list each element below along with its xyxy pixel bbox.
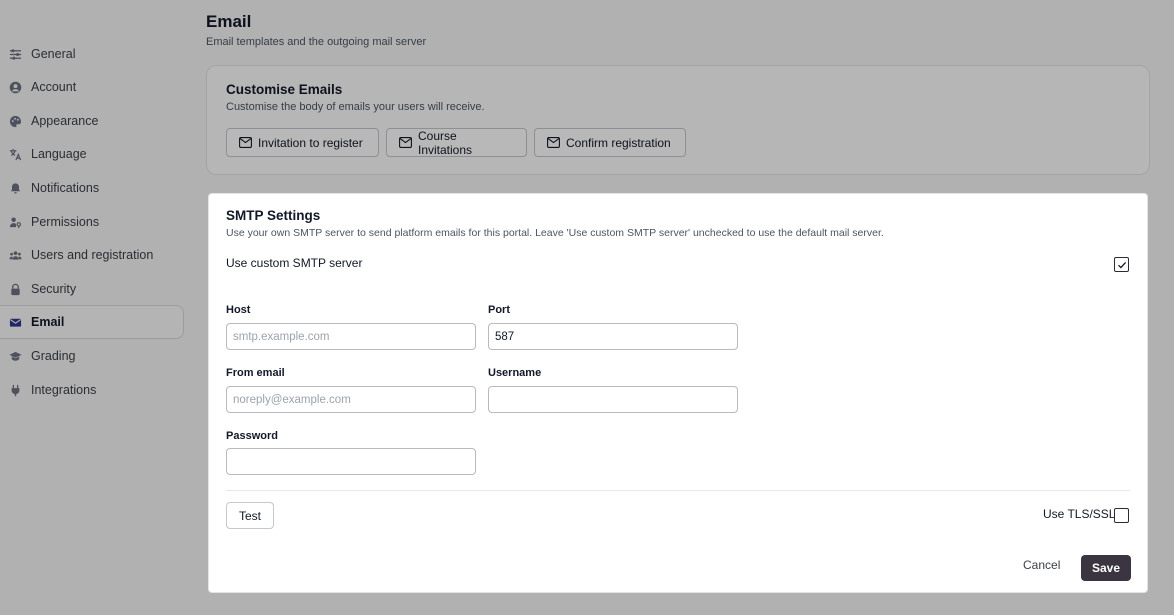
page-subtitle: Email templates and the outgoing mail se… [206, 36, 427, 48]
smtp-settings-description: Use your own SMTP server to send platfor… [226, 227, 884, 239]
password-input[interactable] [226, 448, 476, 475]
sidebar-item-label: Account [31, 80, 77, 94]
customise-emails-title: Customise Emails [226, 82, 343, 97]
sidebar-item-label: Security [31, 282, 77, 296]
username-input[interactable] [488, 386, 738, 413]
sidebar-item-appearance[interactable]: Appearance [0, 104, 184, 138]
confirm-registration-label: Confirm registration [566, 135, 671, 150]
users-icon [8, 248, 22, 262]
smtp-settings-title: SMTP Settings [226, 208, 321, 223]
lock-icon [8, 282, 22, 296]
username-label: Username [488, 367, 542, 379]
use-custom-smtp-checkbox[interactable] [1114, 257, 1129, 272]
sidebar-item-label: General [31, 47, 76, 61]
checkmark-icon [1117, 261, 1126, 269]
cancel-button[interactable]: Cancel [1023, 558, 1060, 572]
port-label: Port [488, 304, 510, 316]
settings-app: General Account Appearance Language Noti… [0, 0, 1174, 615]
sidebar-item-label: Notifications [31, 181, 100, 195]
sidebar-item-label: Email [31, 315, 65, 329]
sidebar-item-general[interactable]: General [0, 37, 184, 71]
host-input[interactable] [226, 323, 476, 350]
envelope-icon [239, 137, 252, 148]
from-email-label: From email [226, 367, 285, 379]
settings-sidebar: General Account Appearance Language Noti… [0, 0, 190, 615]
sidebar-item-security[interactable]: Security [0, 272, 184, 306]
bell-icon [8, 181, 22, 195]
sidebar-item-permissions[interactable]: Permissions [0, 205, 184, 239]
sidebar-item-users-and-registration[interactable]: Users and registration [0, 238, 184, 272]
from-email-input[interactable] [226, 386, 476, 413]
sidebar-item-account[interactable]: Account [0, 70, 184, 104]
envelope-icon [547, 137, 560, 148]
envelope-icon [8, 315, 22, 329]
invitation-to-register-label: Invitation to register [258, 135, 363, 150]
password-label: Password [226, 430, 278, 442]
sidebar-item-language[interactable]: Language [0, 137, 184, 171]
palette-icon [8, 114, 22, 128]
customise-emails-description: Customise the body of emails your users … [226, 101, 485, 113]
host-label: Host [226, 304, 251, 316]
port-input[interactable] [488, 323, 738, 350]
confirm-registration-button[interactable]: Confirm registration [534, 128, 686, 157]
course-invitations-button[interactable]: Course Invitations [386, 128, 527, 157]
sidebar-item-label: Integrations [31, 383, 97, 397]
translate-icon [8, 147, 22, 161]
sidebar-item-integrations[interactable]: Integrations [0, 373, 184, 407]
section-divider [226, 490, 1130, 491]
plug-icon [8, 383, 22, 397]
user-key-icon [8, 215, 22, 229]
invitation-to-register-button[interactable]: Invitation to register [226, 128, 379, 157]
sliders-icon [8, 47, 22, 61]
user-circle-icon [8, 80, 22, 94]
sidebar-item-label: Users and registration [31, 248, 154, 262]
sidebar-item-label: Permissions [31, 215, 100, 229]
test-button[interactable]: Test [226, 502, 274, 529]
course-invitations-label: Course Invitations [418, 128, 473, 157]
sidebar-item-label: Grading [31, 349, 76, 363]
use-custom-smtp-label: Use custom SMTP server [226, 256, 363, 270]
save-button[interactable]: Save [1081, 555, 1131, 581]
sidebar-item-notifications[interactable]: Notifications [0, 171, 184, 205]
customise-emails-card: Customise Emails Customise the body of e… [206, 65, 1150, 175]
sidebar-item-grading[interactable]: Grading [0, 339, 184, 373]
smtp-settings-card: SMTP Settings Use your own SMTP server t… [208, 193, 1148, 593]
sidebar-item-label: Appearance [31, 114, 99, 128]
use-tls-ssl-checkbox[interactable] [1114, 508, 1129, 523]
envelope-icon [399, 137, 412, 148]
sidebar-item-email[interactable]: Email [0, 305, 184, 339]
use-tls-ssl-label: Use TLS/SSL [1043, 507, 1116, 521]
graduation-cap-icon [8, 349, 22, 363]
page-title: Email [206, 12, 252, 31]
sidebar-item-label: Language [31, 147, 87, 161]
